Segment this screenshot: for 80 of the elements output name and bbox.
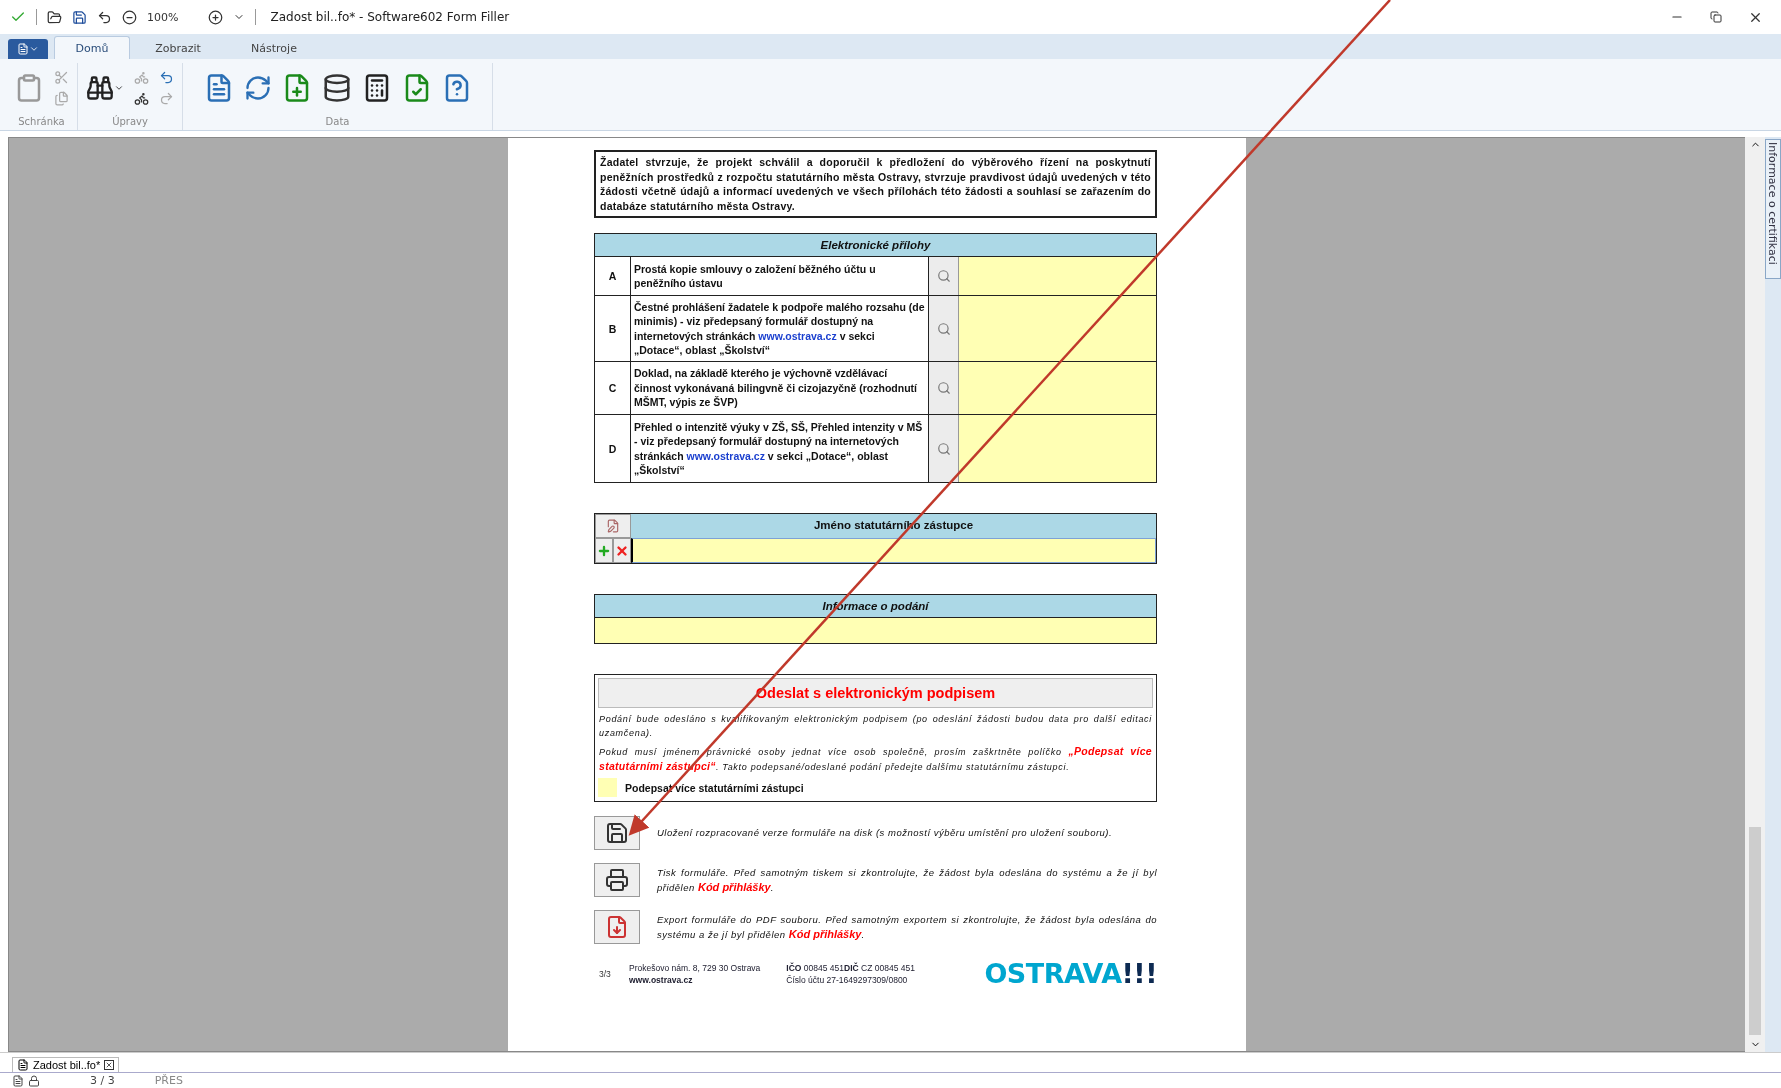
attachment-field[interactable] <box>959 257 1156 295</box>
input-mode: PŘES <box>154 1074 183 1087</box>
attach-file-button[interactable] <box>929 296 959 361</box>
magnifier-icon <box>936 381 951 395</box>
cut-icon[interactable] <box>54 70 69 85</box>
window-title: Zadost bil..fo* - Software602 Form Filler <box>270 10 510 24</box>
undo-icon[interactable] <box>97 9 112 25</box>
action-button[interactable] <box>594 816 640 850</box>
document-icon <box>17 1059 29 1071</box>
binoculars-icon[interactable] <box>86 74 124 102</box>
row-letter: C <box>595 362 631 414</box>
web-link[interactable]: www.ostrava.cz <box>686 449 765 462</box>
open-folder-icon[interactable] <box>47 9 62 25</box>
magnifier-icon <box>936 321 951 336</box>
account-number: Číslo účtu 27-1649297309/0800 <box>786 973 909 986</box>
add-button[interactable] <box>595 538 613 563</box>
caret-icon <box>29 44 39 54</box>
edit-button[interactable] <box>595 514 631 538</box>
submission-info-field[interactable] <box>595 618 1156 643</box>
attachment-description: Přehled o intenzitě výuky v ZŠ, SŠ, Přehled intenzity v MŠ - viz předepsaný formulář dostupný na internetových stránkách www.ostrava.cz v sekci „Dotace“, oblast „Školství“ <box>634 419 924 478</box>
group-label: Úpravy <box>112 116 148 127</box>
attachment-description: Doklad, na základě kterého je výchovně vzdělávací činnost vykonávaná bilingvně či cizojazyčně (rozhodnutí MŠMT, výpis ze ŠVP) <box>634 366 918 410</box>
magnifier-icon <box>936 441 951 456</box>
attachment-description: Prostá kopie smlouvy o založení běžného účtu u peněžního ústavu <box>634 261 877 291</box>
cross-icon <box>615 543 629 558</box>
lock-icon <box>28 1074 40 1087</box>
attachment-field[interactable] <box>959 296 1156 361</box>
attachment-field[interactable] <box>959 415 1156 482</box>
section-header: Elektronické přílohy <box>595 234 1156 257</box>
scrollbar-thumb[interactable] <box>1749 827 1761 1035</box>
printer-icon <box>605 868 629 892</box>
row-letter: A <box>595 257 631 295</box>
checkbox-label: Podepsat více statutárními zástupci <box>625 781 804 794</box>
document-icon <box>12 1074 24 1087</box>
edit-document-icon <box>606 519 620 533</box>
pdf-export-icon <box>605 915 629 939</box>
attach-file-button[interactable] <box>929 415 959 482</box>
close-tab-icon[interactable] <box>104 1060 115 1070</box>
zoom-in-icon[interactable] <box>208 9 224 25</box>
swap-arrows-icon[interactable] <box>243 74 272 102</box>
attach-file-button[interactable] <box>929 362 959 414</box>
page-number: 3/3 <box>599 968 612 979</box>
app-menu-button[interactable] <box>8 39 48 59</box>
plus-icon <box>597 543 611 558</box>
ribbon-tab[interactable]: Nástroje <box>226 36 322 59</box>
side-panel-tab[interactable]: Informace o certifikaci <box>1765 139 1781 279</box>
redo-icon[interactable] <box>159 91 174 106</box>
action-description: Uložení rozpracované verze formuláře na disk (s možností výběru umístění pro uložení souboru). <box>657 826 1113 840</box>
document-tab[interactable]: Zadost bil..fo* <box>12 1057 120 1072</box>
page-counter: 3 / 3 <box>90 1074 115 1087</box>
attachment-description: Čestné prohlášení žadatele k podpoře malého rozsahu (de minimis) - viz předepsaný formulář dostupný na internetových stránkách www.ostrava.cz v sekci „Dotace“, oblast „Školství“ <box>634 299 925 358</box>
row-letter: B <box>595 296 631 361</box>
name-input-field[interactable] <box>631 538 1156 563</box>
declaration-text: Žadatel stvrzuje, že projekt schválil a doporučil k předložení do výběrového řízení na poskytnutí peněžních prostředků z rozpočtu statutárního města Ostravy, stvrzuje pravdivost údajů uvedených v této žádosti včetně údajů a informací uvedených ve všech přílohách této žádosti a souhlasí se zařazením do databáze statutárního města Ostravy. <box>594 150 1157 218</box>
document-icon <box>17 43 29 55</box>
attachment-field[interactable] <box>959 362 1156 414</box>
remove-button[interactable] <box>613 538 631 563</box>
save-icon[interactable] <box>72 9 87 25</box>
group-label: Data <box>325 116 350 127</box>
action-description: Tisk formuláře. Před samotným tiskem si zkontrolujte, že žádost byla odeslána do systému a že jí byl přidělen Kód přihlášky. <box>657 865 1157 895</box>
action-description: Export formuláře do PDF souboru. Před samotným exportem si zkontrolujte, že žádost byla odeslána do systému a že jí byl přidělen Kód přihlášky. <box>657 912 1157 942</box>
zoom-level: 100% <box>147 10 179 24</box>
row-letter: D <box>595 415 631 482</box>
vertical-scrollbar[interactable] <box>1745 137 1765 1052</box>
magnifier-icon <box>936 269 951 283</box>
action-button[interactable] <box>594 863 640 897</box>
checkbox[interactable] <box>598 778 617 797</box>
website-text: www.ostrava.cz <box>629 973 694 986</box>
group-label: Schránka <box>18 116 65 127</box>
bike-icon[interactable] <box>134 91 149 106</box>
zoom-out-icon[interactable] <box>122 9 137 25</box>
attach-file-button[interactable] <box>929 257 959 295</box>
ribbon-tab[interactable]: Zobrazit <box>130 36 226 59</box>
city-logo: OSTRAVA!!! <box>984 958 1157 989</box>
address-text: Prokešovo nám. 8, 729 30 Ostrava <box>629 961 761 974</box>
ribbon-tab[interactable]: Domů <box>54 36 130 59</box>
web-link[interactable]: www.ostrava.cz <box>758 329 837 342</box>
copy-icon[interactable] <box>54 91 69 106</box>
restore-icon[interactable] <box>1710 9 1722 25</box>
company-ids: IČO 00845 451DIČ CZ 00845 451 <box>786 961 915 974</box>
